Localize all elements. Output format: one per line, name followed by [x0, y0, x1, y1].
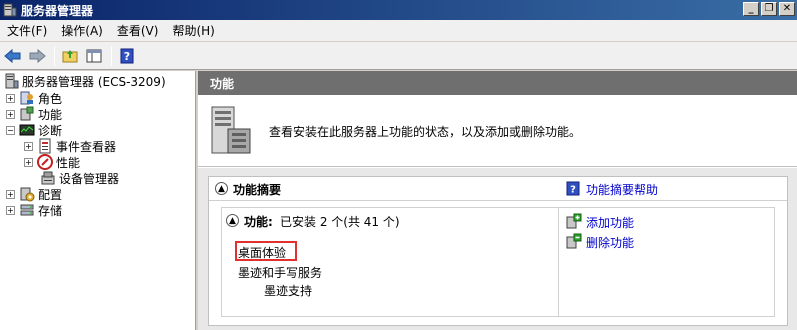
- collapse-toggle[interactable]: −: [6, 125, 15, 135]
- remove-feature-icon: [566, 233, 582, 249]
- tree-item-label: 事件查看器: [56, 139, 117, 154]
- feature-item-ink-handwriting: 墨迹和手写服务: [238, 266, 323, 280]
- up-folder-icon: [62, 49, 78, 62]
- toolbar-separator: [54, 45, 55, 66]
- help-button[interactable]: ?: [116, 45, 138, 67]
- features-banner: 查看安装在此服务器上功能的状态，以及添加或删除功能。: [198, 95, 797, 167]
- features-summary-box: ▲ 功能: 已安装 2 个(共 41 个) 桌面体验 墨迹和手写服务 墨迹支持 …: [221, 207, 775, 317]
- show-hide-tree-icon: [86, 49, 102, 62]
- tree-root[interactable]: 服务器管理器 (ECS-3209): [3, 73, 166, 89]
- tree-item-device-manager[interactable]: 设备管理器: [40, 170, 119, 186]
- highlight-box: [235, 241, 297, 261]
- device-manager-icon: [41, 171, 55, 185]
- tree-item-label: 诊断: [38, 123, 63, 138]
- tree-item-label: 设备管理器: [59, 171, 120, 186]
- features-summary-panel: ▲ 功能摘要 ? 功能摘要帮助 ▲ 功能: 已安装 2 个(共 41 个) 桌面…: [208, 176, 788, 326]
- tree-item-roles[interactable]: + 角色: [6, 90, 62, 106]
- help-icon: ?: [120, 48, 134, 63]
- features-icon: [20, 106, 34, 121]
- back-arrow-icon: [4, 48, 21, 63]
- content-pane: 功能 查看安装在此服务器上功能的状态，以及添加或删除功能。 ▲ 功能摘要 ? 功…: [198, 71, 797, 330]
- features-description: 查看安装在此服务器上功能的状态，以及添加或删除功能。: [269, 125, 582, 139]
- menu-action[interactable]: 操作(A): [54, 22, 110, 39]
- remove-features-link[interactable]: 删除功能: [586, 234, 634, 251]
- add-feature-icon: [566, 213, 582, 229]
- forward-arrow-icon: [29, 48, 46, 63]
- menu-view[interactable]: 查看(V): [110, 22, 166, 39]
- minimize-button[interactable]: _: [743, 2, 759, 16]
- tree-item-storage[interactable]: + 存储: [6, 202, 62, 218]
- back-button[interactable]: [2, 45, 24, 67]
- server-manager-icon: [3, 3, 17, 17]
- toolbar-separator: [111, 45, 112, 66]
- chevron-up-icon: ▲: [218, 183, 225, 194]
- roles-icon: [20, 91, 33, 105]
- tree-root-label: 服务器管理器 (ECS-3209): [22, 74, 166, 89]
- menu-bar: 文件(F) 操作(A) 查看(V) 帮助(H): [0, 20, 797, 42]
- feature-item-ink-support: 墨迹支持: [264, 284, 313, 298]
- show-hide-tree-button[interactable]: [83, 45, 105, 67]
- actions-divider: [558, 208, 559, 316]
- close-button[interactable]: ✕: [779, 2, 795, 16]
- features-count-label: 功能:: [244, 215, 273, 229]
- performance-icon: [37, 154, 53, 170]
- features-server-icon: [211, 106, 251, 154]
- server-icon: [5, 73, 19, 89]
- toolbar: ?: [0, 42, 797, 70]
- chevron-up-icon: ▲: [229, 215, 236, 226]
- help-icon: ?: [566, 181, 580, 196]
- content-header: 功能: [198, 71, 797, 95]
- add-features-link[interactable]: 添加功能: [586, 214, 634, 231]
- svg-text:?: ?: [570, 185, 576, 196]
- collapse-section-button[interactable]: ▲: [215, 182, 228, 195]
- event-viewer-icon: [39, 138, 51, 154]
- forward-button[interactable]: [26, 45, 48, 67]
- tree-item-label: 存储: [38, 203, 63, 218]
- expand-toggle[interactable]: +: [24, 157, 33, 167]
- configuration-icon: [20, 187, 35, 202]
- expand-toggle[interactable]: +: [6, 109, 15, 119]
- tree-item-label: 性能: [56, 155, 81, 170]
- expand-toggle[interactable]: +: [6, 93, 15, 103]
- tree-item-label: 配置: [38, 187, 63, 202]
- window-title: 服务器管理器: [21, 3, 94, 18]
- expand-toggle[interactable]: +: [6, 189, 15, 199]
- restore-button[interactable]: ❐: [761, 2, 777, 16]
- title-bar: 服务器管理器 _ ❐ ✕: [0, 0, 797, 20]
- svg-text:?: ?: [124, 50, 130, 63]
- tree-item-performance[interactable]: + 性能: [24, 154, 80, 170]
- expand-toggle[interactable]: +: [24, 141, 33, 151]
- navigation-tree: 服务器管理器 (ECS-3209) + 角色 + 功能 − 诊断 + 事件查看器…: [0, 71, 196, 330]
- collapse-features-button[interactable]: ▲: [226, 214, 239, 227]
- tree-item-features[interactable]: + 功能: [6, 105, 63, 123]
- section-header: ▲ 功能摘要 ? 功能摘要帮助: [209, 177, 787, 201]
- up-level-button[interactable]: [59, 45, 81, 67]
- menu-help[interactable]: 帮助(H): [165, 22, 221, 39]
- tree-item-label: 功能: [38, 105, 63, 123]
- section-title: 功能摘要: [233, 183, 282, 197]
- tree-item-configuration[interactable]: + 配置: [6, 186, 62, 202]
- expand-toggle[interactable]: +: [6, 205, 15, 215]
- menu-file[interactable]: 文件(F): [0, 22, 54, 39]
- features-count-value: 已安装 2 个(共 41 个): [280, 215, 400, 229]
- tree-item-event-viewer[interactable]: + 事件查看器: [24, 138, 116, 154]
- diagnostics-icon: [19, 124, 35, 136]
- tree-item-diagnostics[interactable]: − 诊断: [6, 122, 62, 138]
- storage-icon: [20, 204, 34, 216]
- features-summary-help-link[interactable]: 功能摘要帮助: [586, 181, 658, 198]
- content-body: ▲ 功能摘要 ? 功能摘要帮助 ▲ 功能: 已安装 2 个(共 41 个) 桌面…: [198, 168, 797, 330]
- tree-item-label: 角色: [38, 91, 63, 106]
